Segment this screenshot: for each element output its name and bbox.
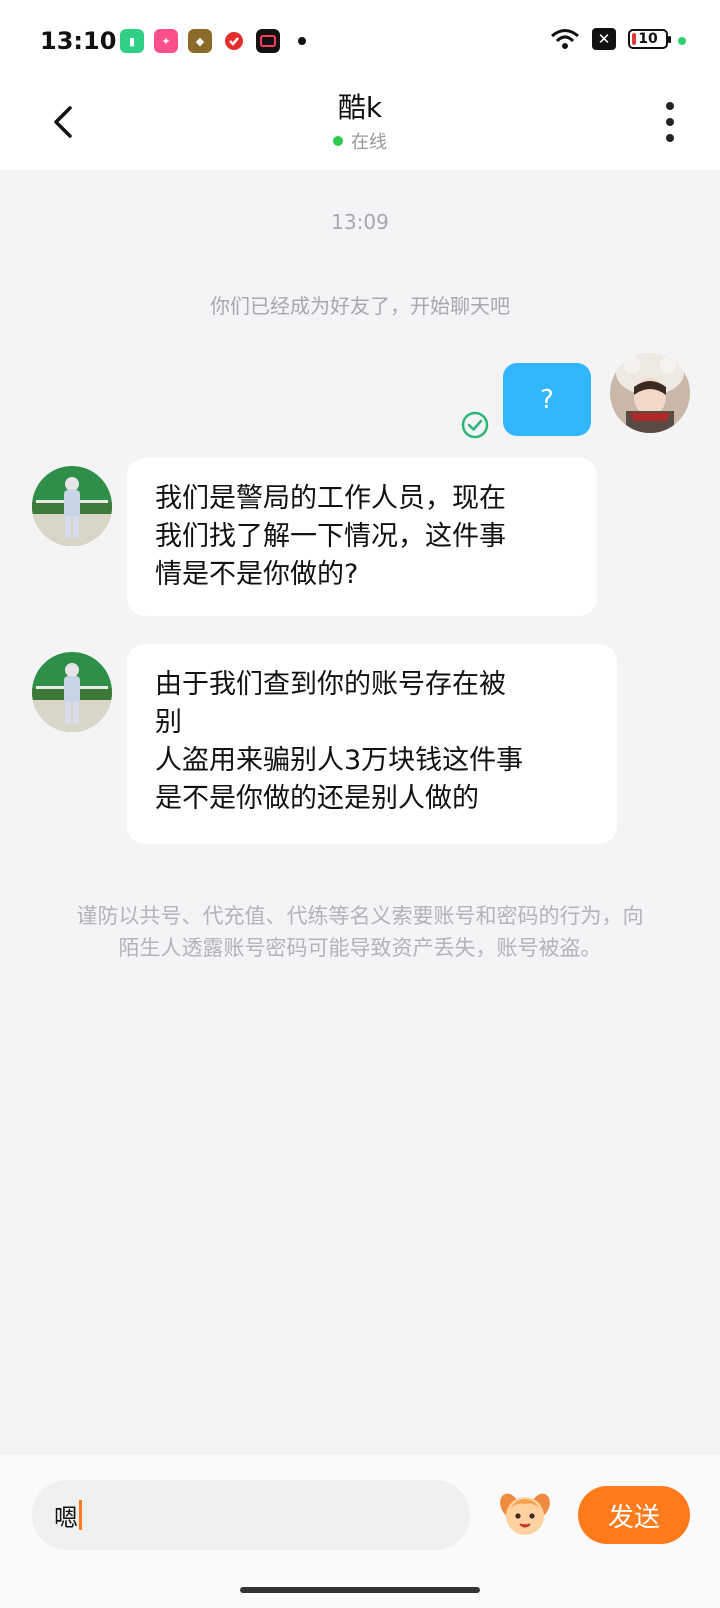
online-status: 在线 (333, 128, 387, 154)
wifi-icon (551, 29, 579, 49)
mascot-emoji-icon (500, 1493, 550, 1535)
my-avatar[interactable] (610, 353, 690, 433)
message-line: 由于我们查到你的账号存在被 (155, 669, 506, 700)
privacy-indicator-icon (678, 37, 686, 45)
system-message: 你们已经成为好友了，开始聊天吧 (210, 294, 510, 318)
status-bar: 13:10 ▮ ✦ ◆ ✕ 10 (0, 0, 720, 84)
video-app-icon (256, 29, 280, 53)
online-dot-icon (333, 136, 343, 146)
message-input[interactable]: 嗯 (32, 1480, 470, 1550)
system-indicators: ✕ 10 (550, 28, 671, 50)
contact-name: 酷k (337, 91, 383, 124)
text-cursor (79, 1500, 82, 1530)
contact-info: 酷k 在线 (0, 88, 720, 154)
home-indicator[interactable] (240, 1587, 480, 1593)
message-line: 情是不是你做的? (155, 559, 359, 590)
emoji-button[interactable] (496, 1484, 554, 1542)
input-bar: 嗯 发送 (0, 1455, 720, 1608)
contact-avatar[interactable] (32, 466, 112, 546)
no-sim-icon: ✕ (592, 28, 616, 50)
more-notifications-icon (298, 37, 306, 45)
message-line: 是不是你做的还是别人做的 (155, 783, 479, 814)
contact-avatar[interactable] (32, 652, 112, 732)
chat-area[interactable]: 13:09 你们已经成为好友了，开始聊天吧 ? 我们是警局的工作人员，现在 我们… (0, 170, 720, 1455)
message-timestamp: 13:09 (331, 210, 389, 234)
my-message-bubble[interactable]: ? (503, 363, 591, 436)
battery-app-icon: ▮ (120, 29, 144, 53)
message-line: 人盗用来骗别人3万块钱这件事 (155, 745, 524, 776)
message-line: 别 (155, 707, 182, 738)
pink-app-icon: ✦ (154, 29, 178, 53)
send-button[interactable]: 发送 (578, 1486, 690, 1544)
message-line: 我们是警局的工作人员，现在 (155, 483, 506, 514)
more-options-button[interactable] (664, 102, 676, 142)
status-time: 13:10 (40, 27, 117, 55)
battery-icon: 10 (628, 29, 671, 49)
security-warning: 谨防以共号、代充值、代练等名义索要账号和密码的行为，向陌生人透露账号密码可能导致… (76, 904, 644, 960)
incoming-message-bubble[interactable]: 我们是警局的工作人员，现在 我们找了解一下情况，这件事 情是不是你做的? (127, 458, 597, 616)
message-input-text: 嗯 (54, 1503, 78, 1532)
incoming-message-bubble[interactable]: 由于我们查到你的账号存在被 别 人盗用来骗别人3万块钱这件事 是不是你做的还是别… (127, 644, 617, 844)
online-status-label: 在线 (351, 132, 387, 153)
chat-header: 酷k 在线 (0, 84, 720, 170)
message-line: 我们找了解一下情况，这件事 (155, 521, 506, 552)
read-check-icon (460, 410, 490, 440)
notification-icons: ▮ ✦ ◆ (120, 29, 306, 53)
red-app-icon (222, 29, 246, 53)
battery-level: 10 (638, 31, 658, 47)
game-app-icon: ◆ (188, 29, 212, 53)
